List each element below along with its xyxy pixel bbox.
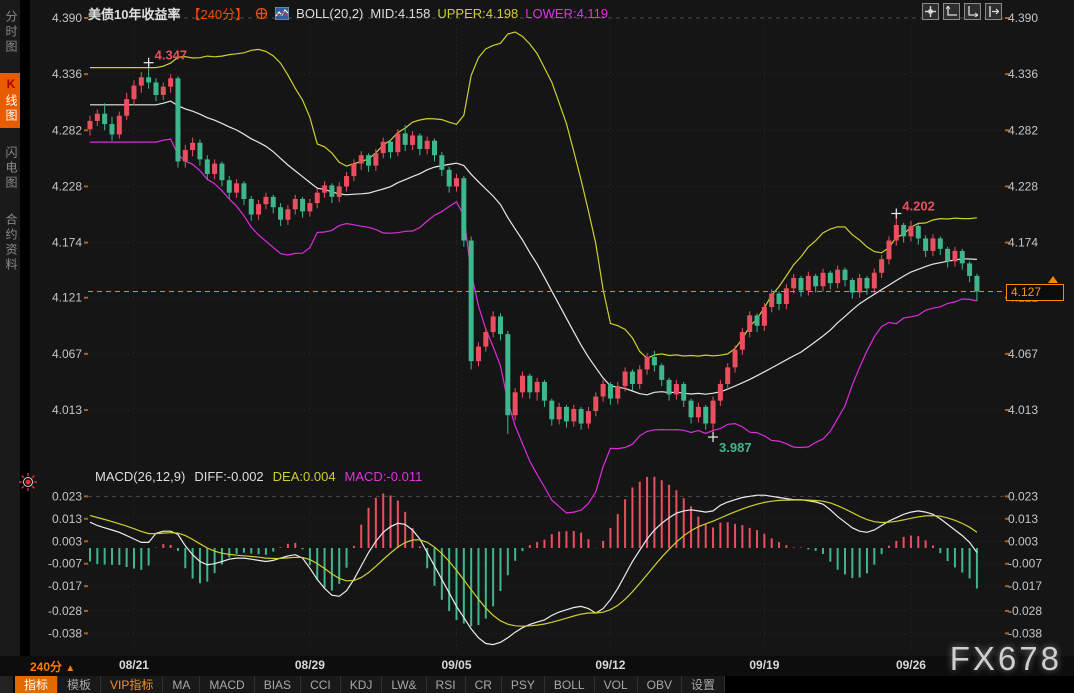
toolbar-stub [0, 676, 13, 693]
svg-text:-0.007: -0.007 [48, 557, 82, 571]
crosshair-icon[interactable] [922, 3, 939, 20]
svg-text:0.013: 0.013 [52, 512, 82, 526]
toolbar-vip-indicator[interactable]: VIP指标 [101, 676, 163, 693]
sidebar-item-timeline[interactable]: 分时图 [0, 6, 20, 59]
svg-text:4.228: 4.228 [52, 179, 82, 193]
svg-text:0.003: 0.003 [52, 534, 82, 548]
toolbar-macd[interactable]: MACD [200, 676, 254, 693]
toolbar-cr[interactable]: CR [466, 676, 502, 693]
boll-label: BOLL(20,2) [296, 6, 363, 21]
macd-value: MACD:-0.011 [345, 469, 423, 484]
svg-text:4.013: 4.013 [1008, 403, 1038, 417]
x-axis-label: 08/21 [112, 658, 156, 672]
sidebar-divider [20, 0, 30, 656]
toolbar-template[interactable]: 模板 [58, 676, 101, 693]
toolbar-indicator[interactable]: 指标 [15, 676, 58, 693]
left-sidebar: 分时图 K线图 闪电图 合约资料 [0, 0, 20, 656]
svg-text:4.174: 4.174 [52, 236, 82, 250]
toolbar-rsi[interactable]: RSI [427, 676, 466, 693]
svg-text:4.347: 4.347 [155, 48, 188, 63]
x-axis-row: 240分 ▲ 08/21 08/29 09/05 09/12 09/19 09/26 [0, 656, 1074, 676]
sidebar-item-kline[interactable]: K线图 [0, 73, 20, 128]
svg-text:4.336: 4.336 [52, 67, 82, 81]
toolbar-psy[interactable]: PSY [502, 676, 545, 693]
macd-diff-value: DIFF:-0.002 [194, 469, 263, 484]
macd-label: MACD(26,12,9) [95, 469, 185, 484]
svg-text:3.987: 3.987 [719, 440, 752, 455]
svg-text:4.390: 4.390 [1008, 11, 1038, 25]
svg-text:4.228: 4.228 [1008, 179, 1038, 193]
alert-burst-icon[interactable] [18, 472, 38, 497]
toolbar-cci[interactable]: CCI [301, 676, 341, 693]
x-axis-label: 09/05 [435, 658, 479, 672]
trading-app: { "header": { "title": "美债10年收益率", "peri… [0, 0, 1074, 693]
toolbar-kdj[interactable]: KDJ [341, 676, 383, 693]
indicator-toolbar: 指标 模板 VIP指标 MA MACD BIAS CCI KDJ LW& RSI… [0, 676, 1074, 693]
chart-area: 4.390 4.390 4.336 4.336 4.282 4.282 4.228 4.228… [0, 0, 1074, 656]
toolbar-settings[interactable]: 设置 [682, 676, 725, 693]
svg-text:4.013: 4.013 [52, 403, 82, 417]
scale-y-axis-icon[interactable] [943, 3, 960, 20]
chevron-up-icon: ▲ [65, 663, 75, 674]
chart-tool-icons [922, 3, 1002, 20]
svg-text:0.013: 0.013 [1008, 512, 1038, 526]
svg-text:4.067: 4.067 [1008, 347, 1038, 361]
svg-text:-0.038: -0.038 [1008, 626, 1042, 640]
svg-text:-0.028: -0.028 [48, 604, 82, 618]
svg-text:4.202: 4.202 [902, 198, 935, 213]
x-axis-label: 09/26 [889, 658, 933, 672]
sidebar-item-flash[interactable]: 闪电图 [0, 142, 20, 195]
toolbar-obv[interactable]: OBV [638, 676, 682, 693]
svg-text:4.067: 4.067 [52, 347, 82, 361]
svg-text:0.003: 0.003 [1008, 534, 1038, 548]
main-chart[interactable]: 4.390 4.390 4.336 4.336 4.282 4.282 4.228 4.228… [0, 0, 1074, 656]
svg-text:-0.028: -0.028 [1008, 604, 1042, 618]
svg-text:-0.017: -0.017 [48, 579, 82, 593]
svg-text:4.336: 4.336 [1008, 67, 1038, 81]
svg-text:-0.007: -0.007 [1008, 557, 1042, 571]
macd-header: MACD(26,12,9) DIFF:-0.002 DEA:0.004 MACD… [95, 469, 422, 484]
fx678-watermark: FX678 [950, 640, 1062, 678]
boll-mid-value: MID:4.158 [370, 6, 430, 21]
svg-text:4.282: 4.282 [1008, 123, 1038, 137]
svg-text:0.023: 0.023 [52, 489, 82, 503]
scale-x-axis-icon[interactable] [964, 3, 981, 20]
period-label: 【240分】 [187, 4, 248, 23]
x-axis-label: 09/19 [742, 658, 786, 672]
pan-right-icon[interactable] [985, 3, 1002, 20]
boll-upper-value: UPPER:4.198 [437, 6, 518, 21]
toolbar-boll[interactable]: BOLL [545, 676, 595, 693]
price-chart-header: 美债10年收益率 【240分】 BOLL(20,2) MID:4.158 UPP… [88, 4, 608, 23]
boll-lower-value: LOWER:4.119 [525, 6, 608, 21]
instrument-title: 美债10年收益率 [88, 4, 180, 23]
macd-dea-value: DEA:0.004 [273, 469, 336, 484]
kline-chart-icon[interactable] [275, 7, 289, 20]
current-price-badge: 4.127 [1006, 284, 1064, 301]
target-icon[interactable] [255, 7, 268, 20]
toolbar-vol[interactable]: VOL [595, 676, 638, 693]
toolbar-ma[interactable]: MA [163, 676, 200, 693]
svg-text:4.121: 4.121 [52, 291, 82, 305]
toolbar-bias[interactable]: BIAS [255, 676, 301, 693]
period-selector[interactable]: 240分 ▲ [30, 658, 75, 675]
toolbar-lw[interactable]: LW& [382, 676, 426, 693]
x-axis-label: 08/29 [288, 658, 332, 672]
svg-text:4.390: 4.390 [52, 11, 82, 25]
price-up-marker-icon [1048, 276, 1058, 283]
svg-text:-0.038: -0.038 [48, 626, 82, 640]
svg-text:0.023: 0.023 [1008, 489, 1038, 503]
svg-text:4.174: 4.174 [1008, 236, 1038, 250]
svg-text:-0.017: -0.017 [1008, 579, 1042, 593]
x-axis-label: 09/12 [588, 658, 632, 672]
svg-text:4.282: 4.282 [52, 123, 82, 137]
sidebar-item-contract-info[interactable]: 合约资料 [0, 209, 20, 277]
